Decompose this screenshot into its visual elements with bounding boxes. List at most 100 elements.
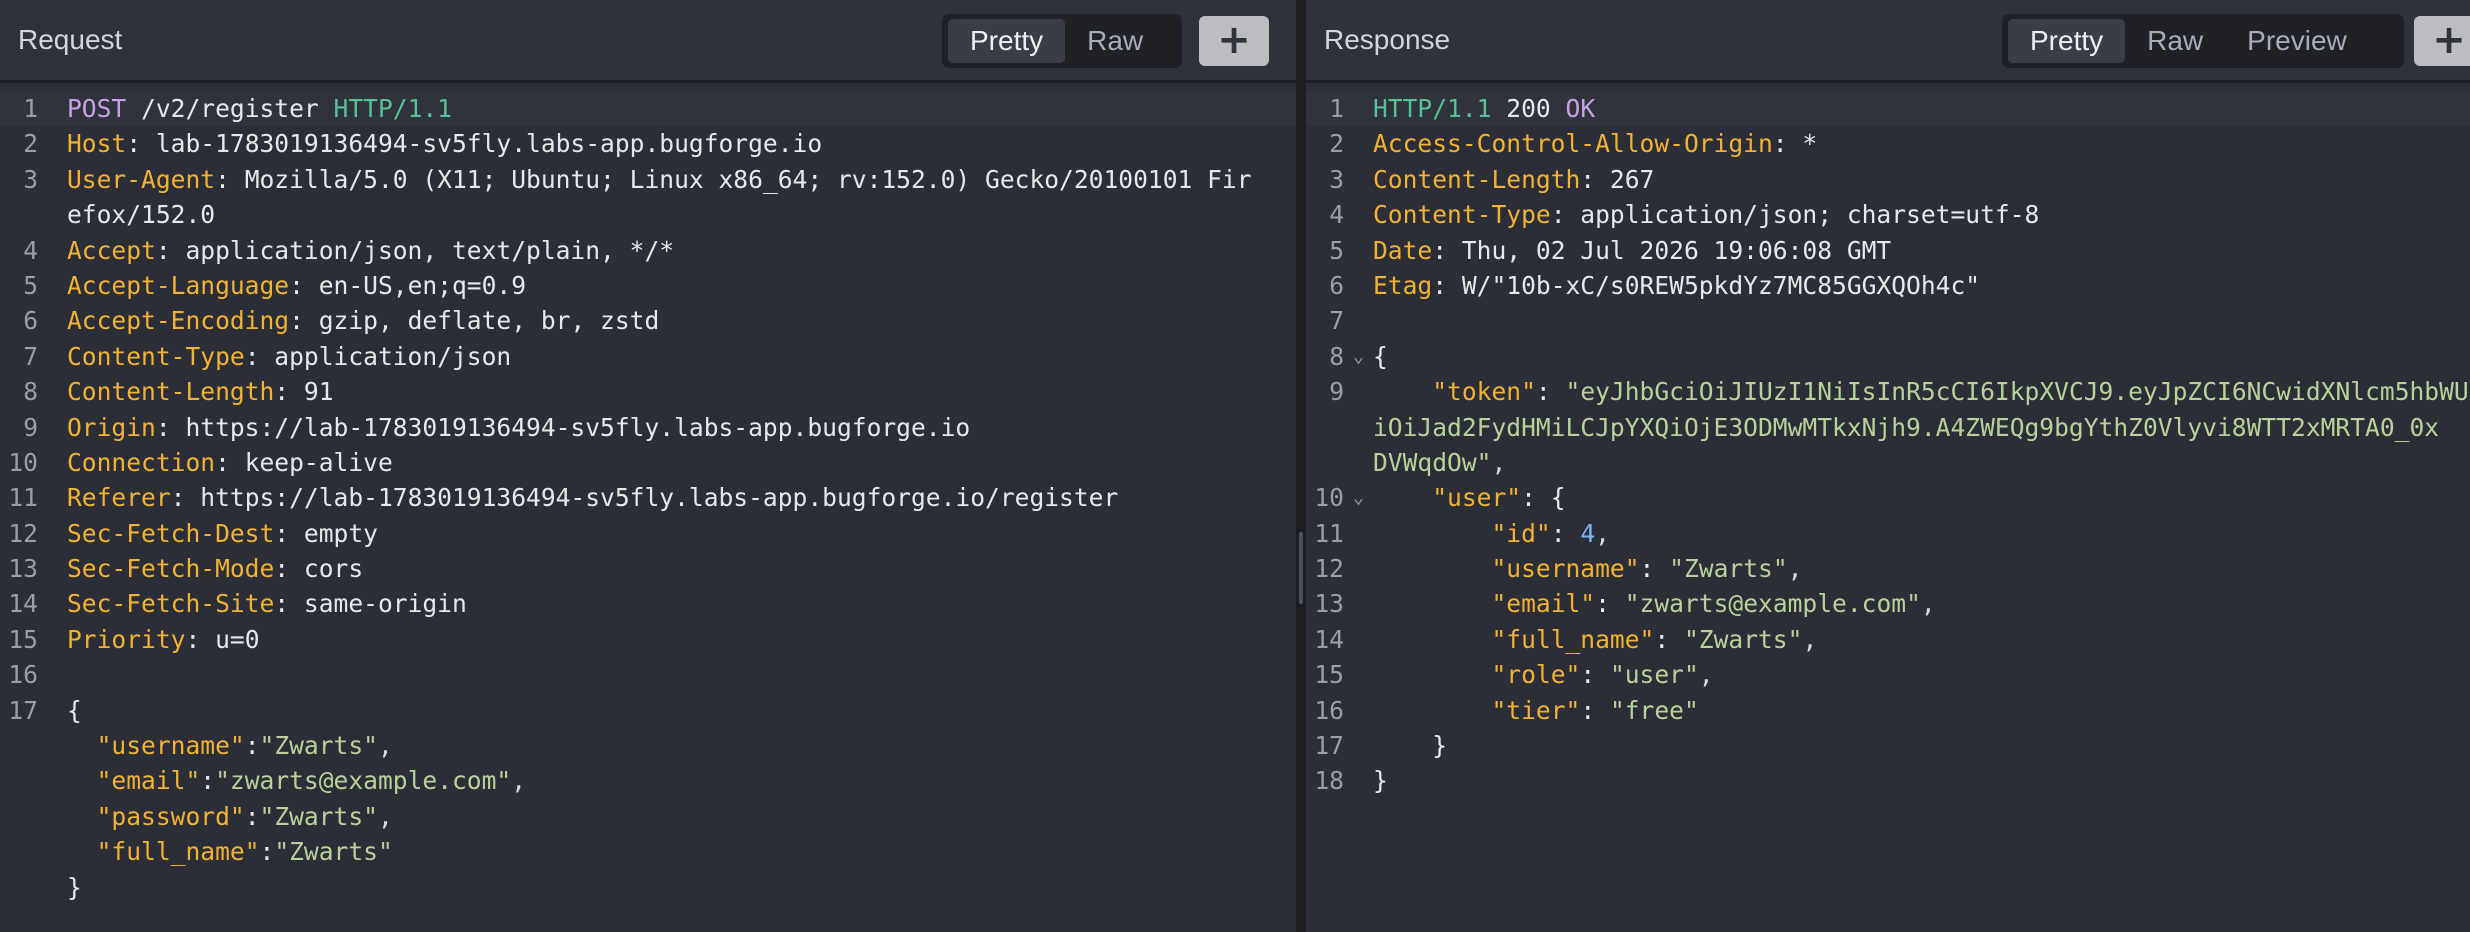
code-line: 9 "token": "eyJhbGciOiJIUzI1NiIsInR5cCI6… bbox=[1306, 374, 2470, 409]
code-line: 15 "role": "user", bbox=[1306, 657, 2470, 692]
line-content: Accept: application/json, text/plain, */… bbox=[67, 233, 674, 268]
token-punct: , bbox=[1491, 447, 1507, 477]
line-content: Access-Control-Allow-Origin: * bbox=[1373, 126, 1817, 161]
line-content: Etag: W/"10b-xC/s0REW5pkdYz7MC85GGXQOh4c… bbox=[1373, 268, 1980, 303]
token-header: Sec-Fetch-Mode bbox=[67, 554, 275, 584]
line-content: Content-Length: 91 bbox=[67, 374, 334, 409]
token-key: "password" bbox=[96, 801, 245, 831]
token-header: Date bbox=[1373, 235, 1433, 265]
line-number: 2 bbox=[1329, 129, 1344, 159]
response-title: Response bbox=[1324, 24, 1451, 55]
token-punct: , bbox=[1802, 624, 1818, 654]
token-str: "user" bbox=[1609, 660, 1699, 690]
line-number: 16 bbox=[1314, 695, 1344, 725]
request-title: Request bbox=[18, 24, 123, 55]
line-content: "tier": "free" bbox=[1373, 693, 1698, 728]
add-button[interactable]: + bbox=[1199, 16, 1269, 66]
code-line: 1 POST /v2/register HTTP/1.1 bbox=[0, 91, 1296, 127]
line-number: 6 bbox=[23, 306, 38, 336]
code-line: 11 "id": 4, bbox=[1306, 516, 2470, 551]
fold-chevron-icon[interactable]: ⌄ bbox=[1353, 339, 1369, 374]
code-line: 2 Access-Control-Allow-Origin: * bbox=[1306, 126, 2470, 161]
token-plain: : bbox=[244, 731, 260, 761]
code-line: 10 Connection: keep-alive bbox=[0, 445, 1296, 480]
tab-pretty[interactable]: Pretty bbox=[2008, 19, 2126, 63]
line-number: 10 bbox=[8, 447, 38, 477]
token-plain: { bbox=[67, 695, 82, 725]
token-plain: : https://lab-1783019136494-sv5fly.labs-… bbox=[170, 483, 1119, 513]
line-number: 4 bbox=[23, 235, 38, 265]
line-number: 18 bbox=[1314, 766, 1344, 796]
token-header: Etag bbox=[1373, 270, 1433, 300]
token-punct: , bbox=[377, 731, 393, 761]
line-number: 17 bbox=[8, 695, 38, 725]
code-line: 8 Content-Length: 91 bbox=[0, 374, 1296, 409]
token-plain: : bbox=[1595, 589, 1625, 619]
tab-raw[interactable]: Raw bbox=[1065, 19, 1165, 63]
request-editor[interactable]: 1 POST /v2/register HTTP/1.1 2 Host: lab-17… bbox=[0, 91, 1296, 905]
code-line: 7 Content-Type: application/json bbox=[0, 339, 1296, 374]
token-punct: , bbox=[377, 801, 393, 831]
token-header: Access-Control-Allow-Origin bbox=[1373, 129, 1773, 159]
add-button[interactable]: + bbox=[2414, 16, 2470, 66]
code-line: 17 { bbox=[0, 693, 1296, 728]
line-content: iOiJad2FydHMiLCJpYXQiOjE3ODMwMTkxNjh9.A4… bbox=[1373, 410, 2439, 445]
tab-preview[interactable]: Preview bbox=[2225, 19, 2369, 63]
token-plain: : https://lab-1783019136494-sv5fly.labs-… bbox=[155, 412, 971, 442]
code-line: 16 "tier": "free" bbox=[1306, 693, 2470, 728]
token-header: Priority bbox=[67, 624, 186, 654]
token-plain: : 91 bbox=[274, 377, 334, 407]
token-status: OK bbox=[1565, 94, 1596, 123]
token-plain: { bbox=[1373, 341, 1388, 371]
code-line: 14 Sec-Fetch-Site: same-origin bbox=[0, 586, 1296, 621]
token-plain: } bbox=[1373, 731, 1448, 761]
code-line: 6 Etag: W/"10b-xC/s0REW5pkdYz7MC85GGXQOh4… bbox=[1306, 268, 2470, 303]
line-number: 3 bbox=[23, 164, 38, 194]
token-plain: : lab-1783019136494-sv5fly.labs-app.bugf… bbox=[126, 129, 823, 159]
line-number: 14 bbox=[8, 589, 38, 619]
code-line: 17 } bbox=[1306, 728, 2470, 763]
line-number: 14 bbox=[1314, 624, 1344, 654]
code-line: 7 bbox=[1306, 303, 2470, 338]
line-number: 8 bbox=[23, 377, 38, 407]
splitter-handle[interactable] bbox=[1299, 532, 1303, 604]
line-content: "token": "eyJhbGciOiJIUzI1NiIsInR5cCI6Ik… bbox=[1373, 374, 2470, 409]
code-line: 12 "username": "Zwarts", bbox=[1306, 551, 2470, 586]
fold-chevron-icon[interactable]: ⌄ bbox=[1353, 480, 1369, 515]
line-content: Accept-Encoding: gzip, deflate, br, zstd bbox=[67, 303, 659, 338]
pane-splitter[interactable] bbox=[1296, 0, 1306, 932]
tab-pretty[interactable]: Pretty bbox=[948, 19, 1066, 63]
token-header: Origin bbox=[67, 412, 156, 442]
token-str: "zwarts@example.com" bbox=[215, 766, 512, 796]
code-line: 2 Host: lab-1783019136494-sv5fly.labs-app… bbox=[0, 126, 1296, 161]
token-proto: HTTP/1.1 bbox=[1373, 94, 1492, 123]
line-number: 5 bbox=[1329, 235, 1344, 265]
response-editor[interactable]: 1 HTTP/1.1 200 OK 2 Access-Control-Allow-Or… bbox=[1306, 91, 2470, 799]
token-plain: : cors bbox=[274, 554, 364, 584]
line-number: 17 bbox=[1314, 731, 1344, 761]
line-number: 10 bbox=[1314, 483, 1344, 513]
code-line: "full_name":"Zwarts" bbox=[0, 834, 1296, 869]
token-punct: , bbox=[1595, 518, 1610, 548]
line-content: } bbox=[1373, 763, 1388, 798]
token-header: Sec-Fetch-Dest bbox=[67, 518, 275, 548]
code-line: efox/152.0 bbox=[0, 197, 1296, 232]
token-plain: : bbox=[1535, 377, 1566, 407]
token-plain: : W/"10b-xC/s0REW5pkdYz7MC85GGXQOh4c" bbox=[1432, 270, 1981, 300]
token-plain: : bbox=[1580, 695, 1610, 725]
token-plain: : u=0 bbox=[185, 624, 260, 654]
token-key: "username" bbox=[96, 731, 245, 761]
line-content: Content-Length: 267 bbox=[1373, 162, 1654, 197]
token-plain: : Thu, 02 Jul 2026 19:06:08 GMT bbox=[1432, 235, 1892, 265]
tab-raw[interactable]: Raw bbox=[2125, 19, 2225, 63]
code-line: 4 Accept: application/json, text/plain, *… bbox=[0, 233, 1296, 268]
token-num: 4 bbox=[1580, 518, 1596, 548]
line-content: Host: lab-1783019136494-sv5fly.labs-app.… bbox=[67, 126, 822, 161]
code-line: 3 Content-Length: 267 bbox=[1306, 162, 2470, 197]
token-str: "Zwarts" bbox=[1669, 554, 1788, 584]
code-line: 6 Accept-Encoding: gzip, deflate, br, zst… bbox=[0, 303, 1296, 338]
code-line: DVWqdOw", bbox=[1306, 445, 2470, 480]
token-plain: : { bbox=[1521, 483, 1566, 513]
